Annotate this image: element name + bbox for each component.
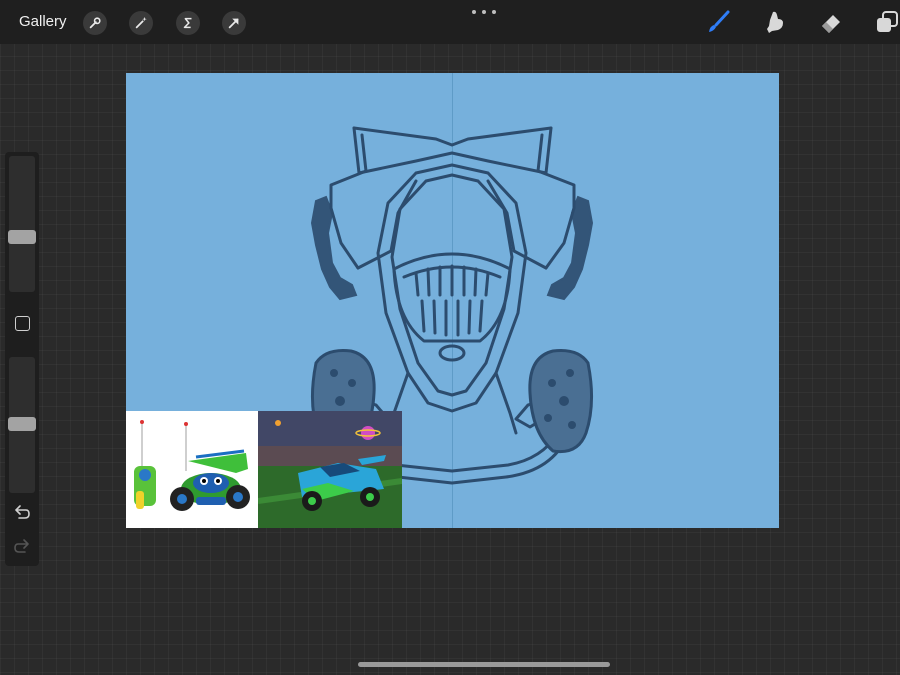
brush-icon <box>709 10 730 32</box>
brush-size-slider[interactable] <box>8 156 36 292</box>
adjustments-button[interactable] <box>129 11 153 35</box>
square-icon[interactable] <box>15 316 30 331</box>
redo-icon[interactable] <box>13 538 31 554</box>
smudge-finger-icon <box>767 11 783 34</box>
sidebar <box>5 152 39 566</box>
wrench-icon <box>89 17 101 29</box>
brush-size-thumb[interactable] <box>8 230 36 244</box>
layers-icon <box>877 11 898 32</box>
rocket-league-car-screenshot <box>258 411 402 528</box>
selection-button[interactable] <box>176 11 200 35</box>
opacity-slider[interactable] <box>8 357 36 493</box>
arrow-cursor-icon <box>228 18 239 29</box>
reference-image-toy-car[interactable] <box>126 411 258 528</box>
brush-tool-button[interactable] <box>705 9 731 35</box>
gallery-button[interactable]: Gallery <box>19 13 67 30</box>
actions-button[interactable] <box>83 11 107 35</box>
undo-icon[interactable] <box>13 504 31 520</box>
layers-button[interactable] <box>874 9 900 35</box>
selection-s-icon <box>183 17 192 29</box>
magic-wand-icon <box>135 16 147 29</box>
eraser-icon <box>822 15 840 33</box>
opacity-thumb[interactable] <box>8 417 36 431</box>
drawing-canvas[interactable] <box>126 73 779 528</box>
eraser-tool-button[interactable] <box>818 9 844 35</box>
toy-rc-car-photo <box>134 420 250 511</box>
transform-button[interactable] <box>222 11 246 35</box>
top-toolbar: Gallery <box>0 0 900 44</box>
more-dots-icon[interactable] <box>472 4 496 20</box>
home-indicator[interactable] <box>358 662 610 667</box>
reference-image-game-car[interactable] <box>258 411 402 528</box>
smudge-tool-button[interactable] <box>762 9 788 35</box>
